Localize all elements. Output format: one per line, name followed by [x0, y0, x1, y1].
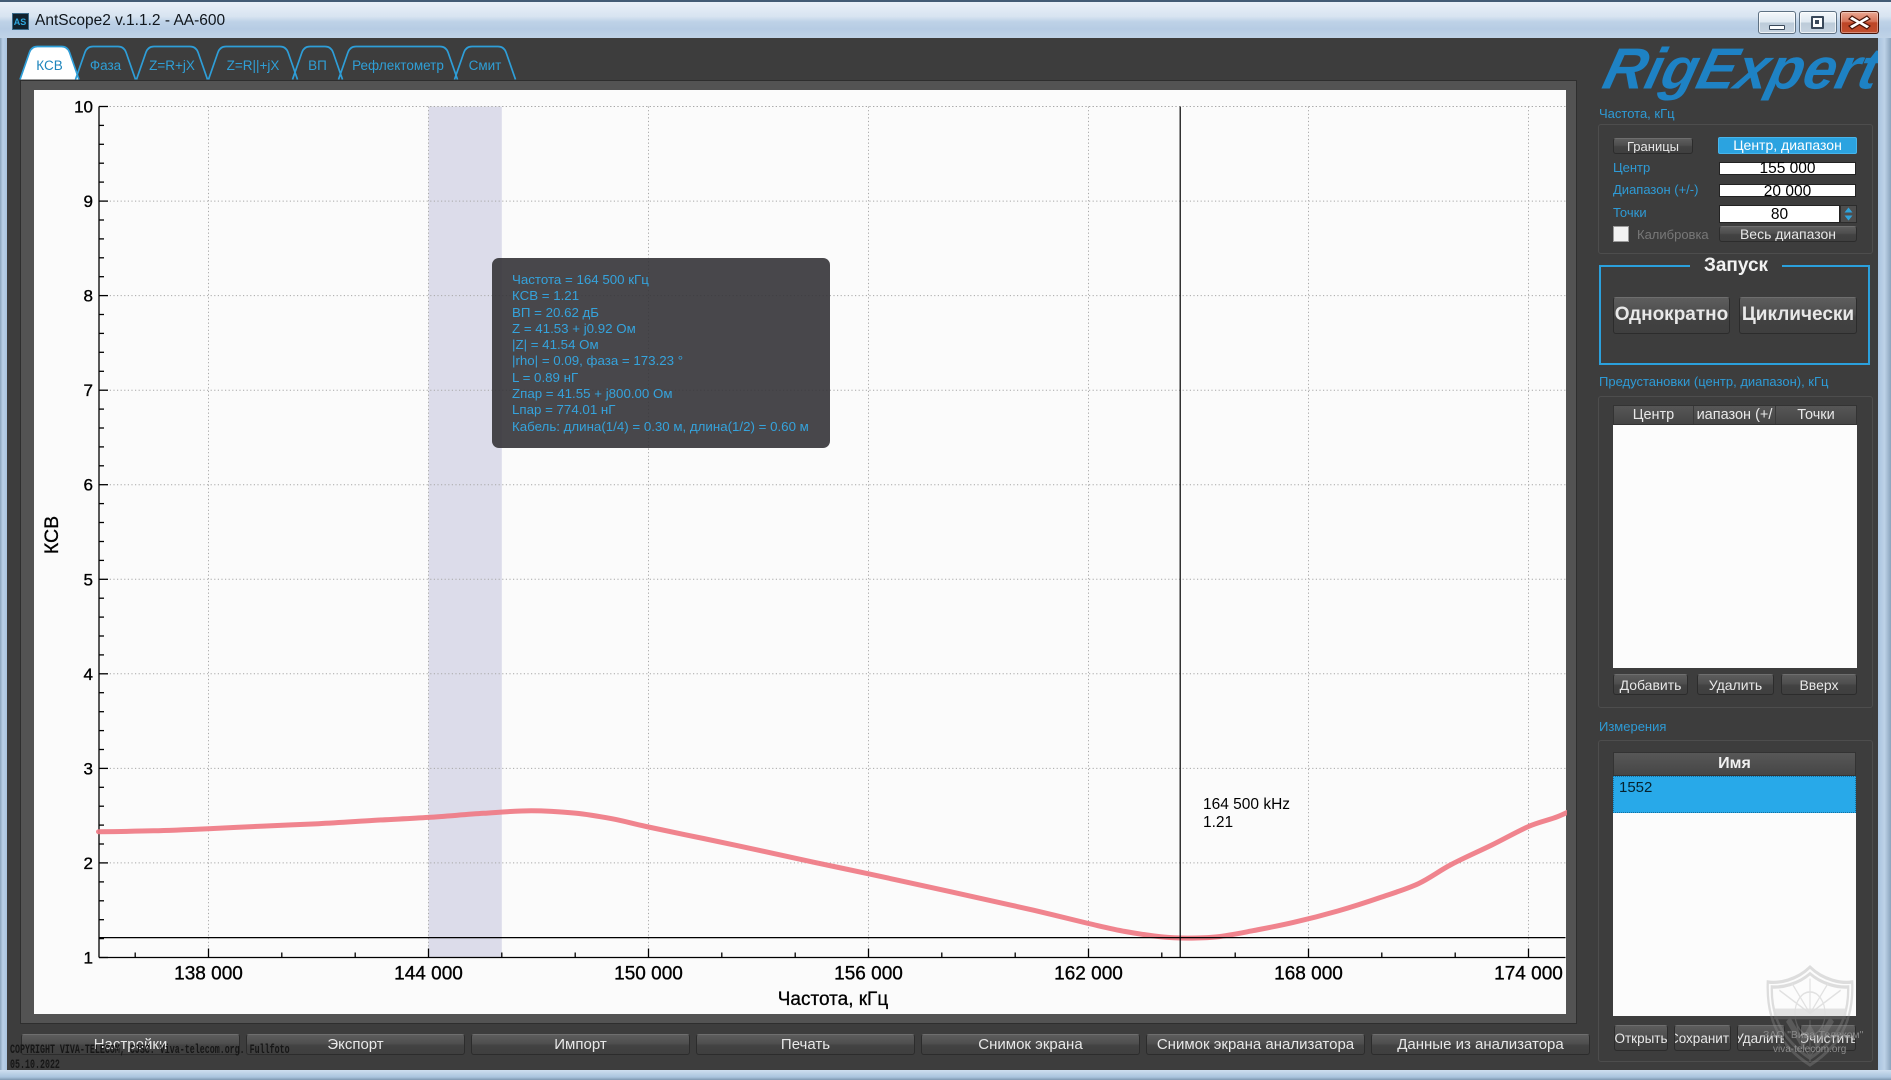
- svg-text:Смит: Смит: [469, 58, 502, 73]
- svg-text:6: 6: [83, 475, 92, 494]
- svg-text:9: 9: [83, 192, 92, 211]
- svg-text:Фаза: Фаза: [90, 58, 122, 73]
- svg-text:Z=R||+jX: Z=R||+jX: [227, 58, 280, 73]
- svg-text:138 000: 138 000: [174, 963, 243, 984]
- svg-text:КСВ: КСВ: [41, 515, 63, 553]
- svg-text:ВП: ВП: [308, 58, 327, 73]
- svg-text:2: 2: [83, 853, 92, 872]
- svg-text:5: 5: [83, 570, 92, 589]
- svg-text:Частота, кГц: Частота, кГц: [777, 989, 888, 1010]
- svg-text:8: 8: [83, 286, 92, 305]
- svg-text:1.21: 1.21: [1203, 814, 1233, 831]
- svg-text:174 000: 174 000: [1494, 963, 1563, 984]
- svg-text:1: 1: [83, 948, 92, 967]
- svg-text:156 000: 156 000: [834, 963, 903, 984]
- svg-text:144 000: 144 000: [394, 963, 463, 984]
- svg-text:168 000: 168 000: [1274, 963, 1343, 984]
- svg-text:164 500 kHz: 164 500 kHz: [1203, 796, 1290, 813]
- svg-text:Рефлектометр: Рефлектометр: [352, 58, 444, 73]
- svg-text:Z=R+jX: Z=R+jX: [149, 58, 195, 73]
- svg-text:162 000: 162 000: [1054, 963, 1123, 984]
- svg-text:150 000: 150 000: [614, 963, 683, 984]
- svg-text:7: 7: [83, 381, 92, 400]
- svg-text:RigExpert: RigExpert: [1598, 42, 1878, 101]
- svg-text:10: 10: [74, 97, 93, 116]
- svg-text:КСВ: КСВ: [36, 58, 62, 73]
- svg-text:4: 4: [83, 664, 92, 683]
- svg-text:3: 3: [83, 759, 92, 778]
